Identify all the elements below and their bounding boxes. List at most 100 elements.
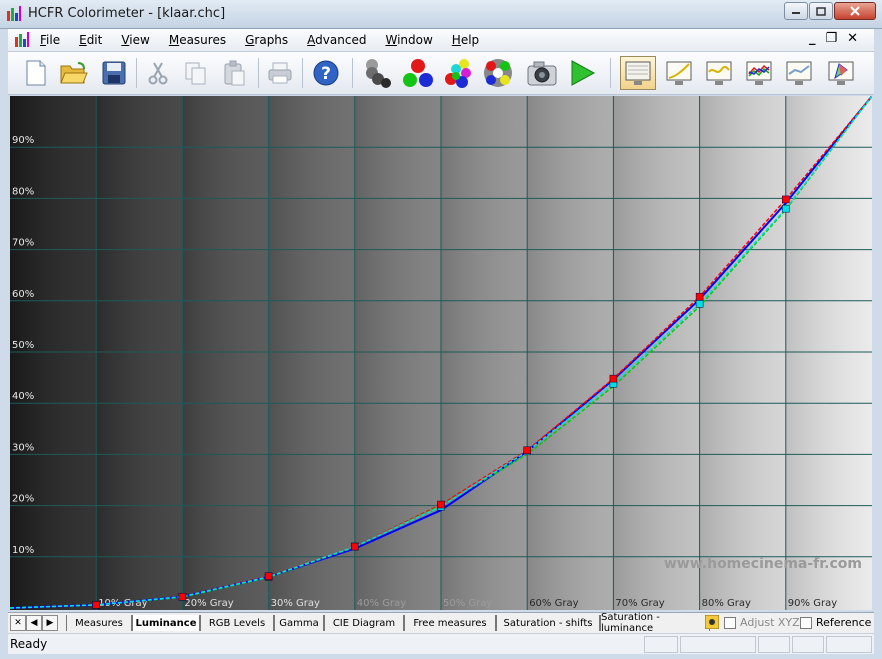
data-point [695,292,704,301]
status-pane [758,636,790,653]
menu-window[interactable]: Window [385,33,432,47]
new-icon[interactable] [20,57,52,89]
tab-gamma[interactable]: Gamma [274,615,324,631]
paste-icon[interactable] [218,57,250,89]
data-point [351,542,359,551]
toolbar-separator [136,58,137,88]
mdi-close-icon[interactable]: ✕ [847,31,858,46]
tab-saturation-luminance[interactable]: Saturation - luminance [600,612,710,634]
x-tick-label: 40% Gray [357,598,406,609]
gray-band-shade [268,96,356,610]
rgb-levels-view-icon[interactable] [742,57,776,89]
adjust-xyz-checkbox[interactable]: Adjust XYZ [724,616,800,629]
minimize-icon [792,12,800,14]
window-title: HCFR Colorimeter - [klaar.chc] [28,6,226,21]
maximize-icon [816,6,826,16]
data-point [178,592,187,601]
cut-icon[interactable] [142,57,174,89]
close-button[interactable] [834,2,876,20]
gray-measure-icon[interactable] [362,57,394,89]
document-icon [15,32,29,47]
y-tick-label: 30% [12,442,34,453]
gray-view-icon[interactable] [620,56,656,90]
saturation-view-icon[interactable] [782,57,816,89]
maximize-button[interactable] [809,2,833,20]
reference-checkbox[interactable]: Reference [800,616,871,629]
reference-label: Reference [816,616,872,629]
tab-free-measures[interactable]: Free measures [404,615,496,631]
x-tick-label: 30% Gray [271,598,320,609]
gray-band-shade [613,96,701,610]
close-tab-icon[interactable]: ✕ [10,615,26,631]
tab-measures[interactable]: Measures [66,615,132,631]
menu-advanced[interactable]: Advanced [307,33,366,47]
tab-luminance[interactable]: Luminance [132,615,200,631]
tab-cie-diagram[interactable]: CIE Diagram [324,615,404,631]
menu-graphs[interactable]: Graphs [245,33,288,47]
close-icon [850,6,860,16]
title-bar: HCFR Colorimeter - [klaar.chc] [0,0,882,29]
toolbar-separator [352,58,353,88]
data-point [695,300,704,308]
data-point [264,572,273,581]
luminance-graph: 90% 80% 70% 60% 50% 40% 30% 20% 10% 10% Gray 20% … [10,96,872,610]
open-icon[interactable] [58,57,90,89]
secondary-colors-icon[interactable] [442,57,474,89]
toolbar-separator [610,58,611,88]
x-tick-label: 60% Gray [529,598,578,609]
toolbar-separator [258,58,259,88]
status-pane [792,636,824,653]
gray-band-shade [699,96,787,610]
copy-icon[interactable] [180,57,212,89]
svg-text:?: ? [321,64,331,84]
menu-bar: File Edit View Measures Graphs Advanced … [8,29,874,52]
tab-bar: ✕ ◀ ▶ Measures Luminance RGB Levels Gamm… [8,612,874,634]
watermark-text: www.homecinema-fr.com [664,556,862,572]
reference-check-icon [800,617,812,629]
gray-band-shade [182,96,270,610]
menu-measures[interactable]: Measures [169,33,226,47]
camera-icon[interactable] [526,57,558,89]
y-tick-label: 70% [12,238,34,249]
mdi-restore-icon[interactable]: ❐ [825,31,837,46]
gray-band-shade [527,96,615,610]
menu-file[interactable]: File [40,33,60,47]
tab-prev-icon[interactable]: ◀ [26,615,42,631]
status-pane [826,636,872,653]
x-tick-label: 80% Gray [702,598,751,609]
y-tick-label: 40% [12,391,34,402]
play-icon[interactable] [566,57,598,89]
minimize-button[interactable] [784,2,808,20]
adjust-xyz-icon [705,615,719,629]
data-point [92,601,100,609]
mdi-minimize-icon[interactable]: _ [809,31,816,46]
help-icon[interactable]: ? [310,57,342,89]
status-text: Ready [10,637,48,651]
gray-band-shade [10,96,98,610]
tab-saturation-shifts[interactable]: Saturation - shifts [496,615,600,631]
cie-view-icon[interactable] [824,57,858,89]
app-icon [7,6,21,21]
status-pane [680,636,756,653]
menu-view[interactable]: View [121,33,149,47]
print-icon[interactable] [264,57,296,89]
menu-edit[interactable]: Edit [79,33,102,47]
all-colors-icon[interactable] [482,57,514,89]
x-tick-label: 20% Gray [184,598,233,609]
tab-rgb-levels[interactable]: RGB Levels [200,615,274,631]
gray-band-shade [96,96,184,610]
luminance-view-icon[interactable] [702,57,736,89]
data-point [437,500,445,509]
gamma-view-icon[interactable] [662,57,696,89]
y-tick-label: 10% [12,545,34,556]
y-tick-label: 20% [12,494,34,505]
luminance-chart: 90%80%70%60%50%40%30%20%10% 10% Gray 20% … [10,96,872,610]
data-point [782,195,790,204]
tab-next-icon[interactable]: ▶ [42,615,58,631]
y-tick-label: 80% [12,186,34,197]
adjust-xyz-check-icon [724,617,736,629]
save-icon[interactable] [98,57,130,89]
x-tick-label: 50% Gray [443,598,492,609]
primary-colors-icon[interactable] [402,57,434,89]
menu-help[interactable]: Help [452,33,479,47]
